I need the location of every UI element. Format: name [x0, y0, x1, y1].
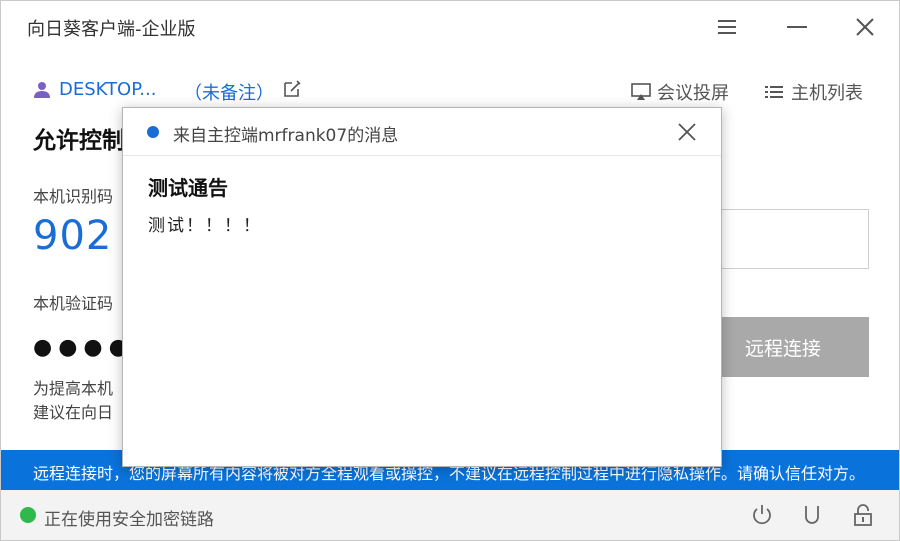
allow-control-title: 允许控制 [33, 128, 125, 154]
hamburger-menu-icon [718, 20, 736, 34]
popup-sender-text: 来自主控端mrfrank07的消息 [173, 126, 399, 146]
popup-indicator-dot [147, 126, 159, 138]
machine-id-label: 本机识别码 [33, 187, 114, 206]
minimize-button[interactable] [779, 9, 815, 45]
popup-close-icon[interactable] [675, 120, 699, 144]
power-icon[interactable] [751, 503, 773, 527]
status-indicator-dot [20, 507, 36, 523]
host-remark[interactable]: （未备注） [184, 79, 274, 105]
host-info-row: DESKTOP... （未备注） 会议投屏 主机列表 [1, 73, 899, 109]
app-title: 向日葵客户端-企业版 [27, 19, 196, 40]
usb-key-icon[interactable] [802, 503, 822, 527]
close-icon [856, 18, 874, 36]
security-tip-text: 为提高本机 建议在向日 [33, 379, 114, 422]
status-bar: 正在使用安全加密链路 [1, 490, 899, 540]
host-list-button[interactable]: 主机列表 [765, 79, 863, 105]
host-name[interactable]: DESKTOP... [59, 79, 156, 100]
user-icon [34, 82, 50, 98]
popup-header: 来自主控端mrfrank07的消息 [123, 108, 721, 156]
verify-code-value: ●●●● [33, 335, 134, 360]
host-list-label: 主机列表 [791, 83, 863, 104]
popup-title: 测试通告 [148, 176, 228, 200]
lock-icon[interactable] [853, 503, 873, 527]
status-text: 正在使用安全加密链路 [44, 510, 214, 530]
popup-message: 测试！！！！ [148, 216, 262, 236]
title-bar: 向日葵客户端-企业版 [1, 1, 899, 53]
meeting-cast-button[interactable]: 会议投屏 [631, 79, 729, 105]
minimize-icon [787, 26, 807, 28]
screen-cast-icon [631, 83, 651, 100]
app-window: 向日葵客户端-企业版 DESKTOP... （未备注） 会议投屏 主机列表 允许… [0, 0, 900, 541]
message-popup: 来自主控端mrfrank07的消息 测试通告 测试！！！！ [122, 107, 722, 467]
menu-button[interactable] [709, 9, 745, 45]
close-button[interactable] [847, 9, 883, 45]
meeting-cast-label: 会议投屏 [657, 83, 729, 104]
verify-code-label: 本机验证码 [33, 294, 114, 313]
list-icon [765, 86, 783, 98]
edit-icon[interactable] [282, 79, 302, 99]
